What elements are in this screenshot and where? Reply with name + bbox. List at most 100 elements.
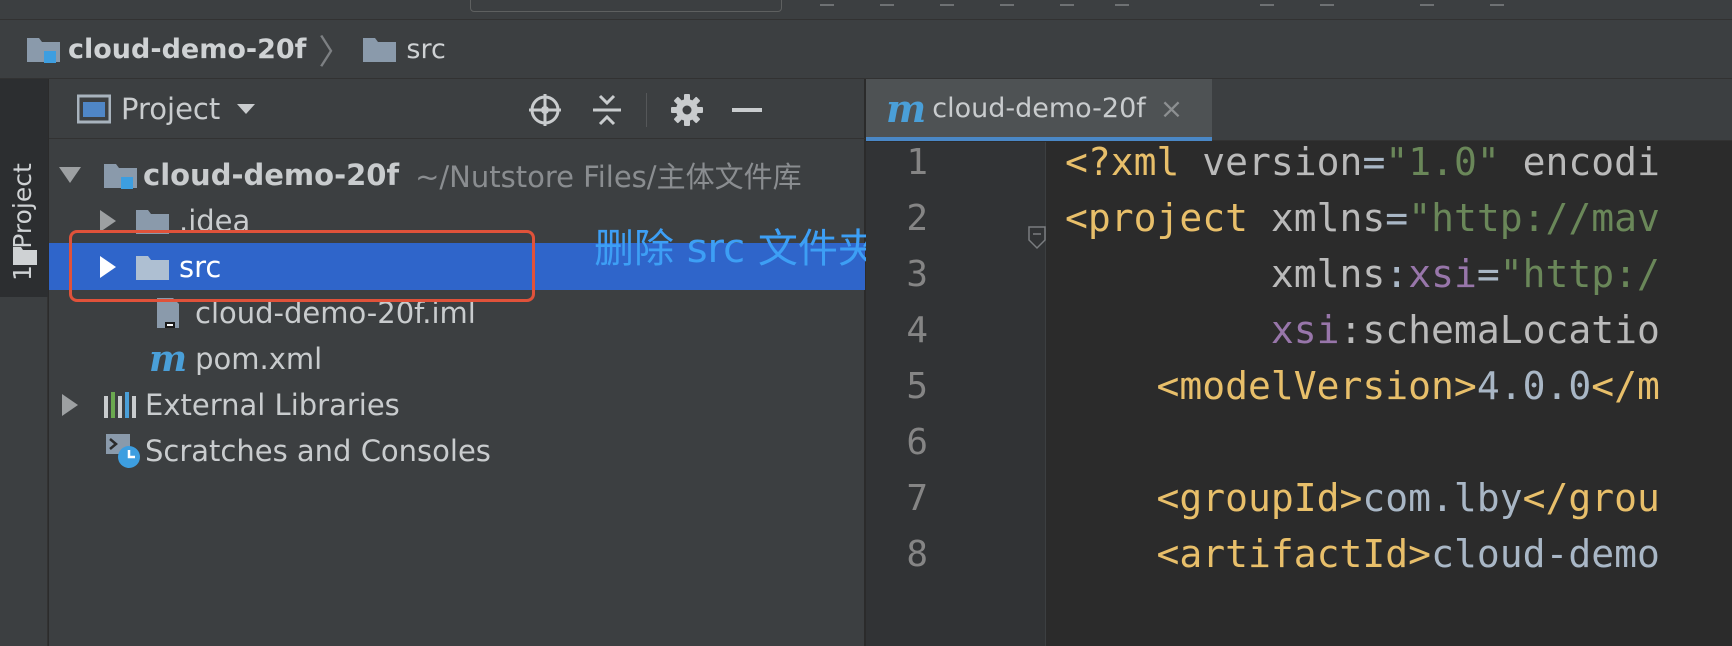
scratches-icon	[105, 433, 141, 469]
annotation-highlight-box	[69, 230, 535, 302]
code-editor[interactable]: <?xml version="1.0" encodi <project xmlns…	[1047, 142, 1732, 646]
code-token: "1.0"	[1385, 142, 1500, 184]
code-token: com.lby	[1362, 476, 1523, 520]
toolbar-icon[interactable]	[1000, 0, 1014, 6]
line-number: 4	[906, 310, 928, 351]
code-token: encodi	[1499, 142, 1660, 184]
tool-window-stripe: 1: Project	[0, 79, 48, 646]
collapsed-arrow-icon[interactable]	[59, 393, 81, 416]
annotation-label: 删除 src 文件夹	[594, 226, 878, 272]
code-line: xsi:schemaLocatio	[1065, 308, 1660, 352]
fold-marker-icon[interactable]	[1028, 226, 1046, 250]
expanded-arrow-icon[interactable]	[59, 164, 81, 186]
toolbar-icon[interactable]	[1260, 0, 1274, 6]
breadcrumb-item-root[interactable]: cloud-demo-20f	[26, 34, 306, 65]
line-number: 8	[906, 534, 928, 575]
editor-tab-pom[interactable]: m cloud-demo-20f ×	[866, 79, 1212, 141]
minimize-icon[interactable]	[729, 92, 765, 128]
line-number: 1	[906, 142, 928, 183]
libraries-icon	[103, 390, 139, 420]
editor-tab-bar: m cloud-demo-20f ×	[866, 79, 1732, 141]
line-number: 3	[906, 254, 928, 295]
maven-file-icon: m	[149, 337, 188, 380]
code-token: xsi	[1408, 252, 1477, 296]
code-token: cloud-demo	[1431, 532, 1660, 576]
code-token: xmlns	[1270, 252, 1386, 296]
toolbar-icon[interactable]	[1320, 0, 1334, 6]
code-line: xmlns:xsi="http:/	[1065, 252, 1660, 296]
project-panel: Project cloud-demo-20f ~/Nutstore Files/…	[49, 79, 865, 646]
code-token: :	[1385, 252, 1409, 296]
close-icon[interactable]: ×	[1160, 92, 1183, 125]
project-tool-window-button[interactable]: 1: Project	[0, 79, 48, 297]
toolbar-icon[interactable]	[1115, 0, 1129, 6]
breadcrumb-label-root: cloud-demo-20f	[68, 33, 307, 65]
code-token: =	[1362, 142, 1386, 184]
toolbar-icon[interactable]	[820, 0, 834, 6]
tree-item-label: pom.xml	[195, 341, 323, 376]
tree-item-label: Scratches and Consoles	[145, 433, 491, 468]
line-number: 5	[906, 366, 928, 407]
gear-icon[interactable]	[669, 92, 705, 128]
code-token: <project	[1065, 196, 1271, 240]
breadcrumb: cloud-demo-20f 〉 src	[0, 20, 1732, 79]
code-token: =	[1476, 252, 1500, 296]
line-number: 6	[906, 422, 928, 463]
toolbar-icon[interactable]	[940, 0, 954, 6]
code-token: <modelVersion>	[1156, 364, 1477, 408]
code-line: <?xml version="1.0" encodi	[1065, 142, 1660, 184]
code-line: <project xmlns="http://mav	[1065, 196, 1660, 240]
run-configuration-selector[interactable]	[470, 0, 782, 12]
code-token: </grou	[1522, 476, 1660, 520]
breadcrumb-label-src: src	[406, 33, 446, 65]
code-token: <artifactId>	[1156, 532, 1432, 576]
project-panel-header: Project	[49, 79, 865, 139]
code-token: xmlns	[1270, 196, 1386, 240]
breadcrumb-item-src[interactable]: src	[362, 33, 446, 65]
toolbar-icon[interactable]	[880, 0, 894, 6]
tree-item-scratches[interactable]: Scratches and Consoles	[49, 427, 865, 474]
project-view-icon	[77, 94, 111, 123]
tree-item-label: cloud-demo-20f	[143, 157, 400, 192]
code-token: </m	[1591, 364, 1660, 408]
folder-icon	[363, 38, 397, 62]
chevron-down-icon[interactable]	[236, 103, 256, 115]
locate-icon[interactable]	[527, 92, 563, 128]
module-folder-icon	[103, 160, 139, 190]
code-token: =	[1385, 196, 1409, 240]
code-line: <artifactId>cloud-demo	[1065, 532, 1660, 576]
code-line: <groupId>com.lby</grou	[1065, 476, 1660, 520]
editor-gutter: 1 2 3 4 5 6 7 8	[866, 142, 1046, 646]
code-token: "http:/	[1499, 252, 1660, 296]
toolbar-icon[interactable]	[1490, 0, 1504, 6]
line-number: 2	[906, 198, 928, 239]
code-token: version	[1202, 142, 1363, 184]
code-token: <?xml	[1065, 142, 1203, 184]
code-token: :schemaLocatio	[1339, 308, 1660, 352]
tree-item-project-root[interactable]: cloud-demo-20f ~/Nutstore Files/主体文件库	[49, 151, 865, 198]
toolbar-icon[interactable]	[1420, 0, 1434, 6]
code-token: xsi	[1270, 308, 1340, 352]
main-toolbar	[0, 0, 1732, 20]
breadcrumb-separator: 〉	[318, 32, 353, 73]
tree-item-pom[interactable]: m pom.xml	[49, 335, 865, 382]
maven-file-icon: m	[886, 85, 927, 131]
collapse-all-icon[interactable]	[589, 92, 625, 128]
code-token: 4.0.0	[1476, 364, 1592, 408]
collapsed-arrow-icon[interactable]	[97, 209, 119, 232]
toolbar-icon[interactable]	[1060, 0, 1074, 6]
tree-item-label: External Libraries	[145, 387, 400, 422]
code-token: <groupId>	[1156, 476, 1363, 520]
editor-tab-label: cloud-demo-20f	[932, 92, 1146, 124]
project-view-selector[interactable]: Project	[121, 92, 220, 126]
code-token: "http://mav	[1408, 196, 1660, 240]
tree-item-external-libraries[interactable]: External Libraries	[49, 381, 865, 428]
folder-icon	[13, 247, 37, 265]
module-folder-icon	[27, 38, 60, 63]
tree-item-path: ~/Nutstore Files/主体文件库	[415, 159, 802, 194]
line-number: 7	[906, 478, 928, 519]
